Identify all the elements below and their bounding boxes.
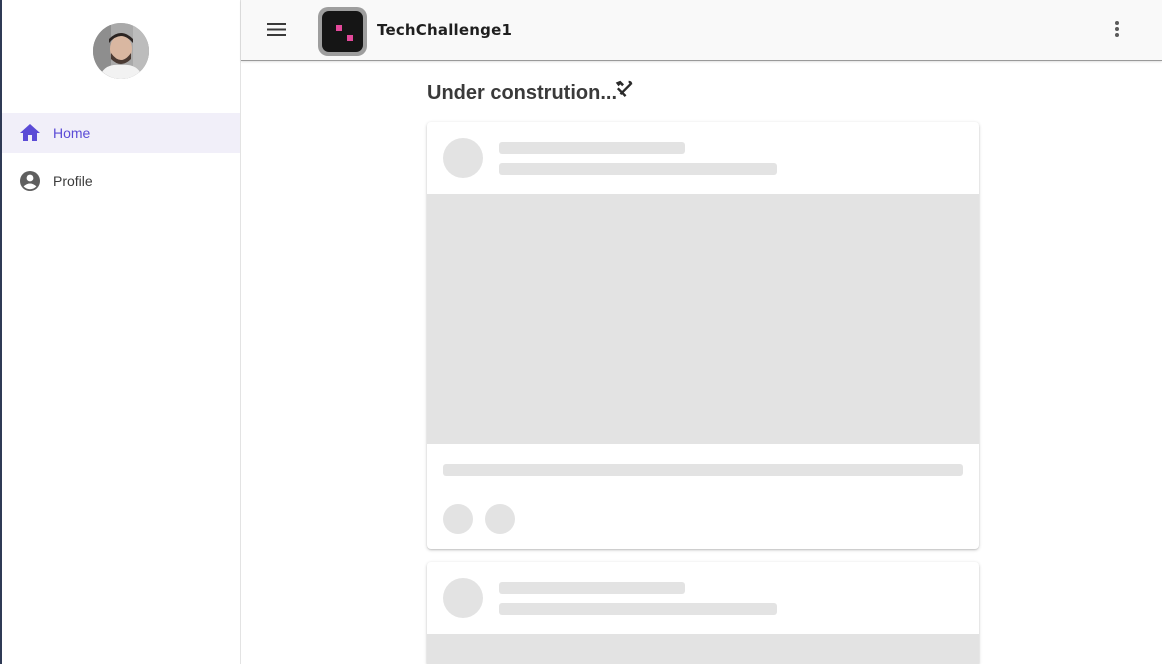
avatar[interactable] <box>93 23 149 79</box>
sidebar: Home Profile <box>2 0 241 664</box>
menu-button[interactable] <box>261 14 293 46</box>
skeleton-title-line <box>499 142 685 154</box>
sidebar-item-label: Profile <box>53 173 93 189</box>
app-title: TechChallenge1 <box>377 21 513 39</box>
account-circle-icon <box>20 171 40 191</box>
skeleton-action <box>485 504 515 534</box>
skeleton-card <box>427 122 979 549</box>
page-title: Under constrution... <box>427 82 617 104</box>
sidebar-item-home[interactable]: Home <box>2 113 240 153</box>
skeleton-action <box>443 504 473 534</box>
app-logo <box>318 7 367 56</box>
more-options-button[interactable] <box>1107 15 1127 45</box>
skeleton-subtitle-line <box>499 603 777 615</box>
skeleton-avatar <box>443 138 483 178</box>
more-vert-icon <box>1115 21 1119 37</box>
tools-icon <box>615 80 633 97</box>
skeleton-media <box>427 634 979 664</box>
skeleton-avatar <box>443 578 483 618</box>
menu-icon <box>267 23 286 36</box>
avatar-photo <box>93 23 149 79</box>
sidebar-item-label: Home <box>53 125 91 141</box>
app-window: Home Profile TechChallenge1 Under constr… <box>0 0 1162 664</box>
skeleton-subtitle-line <box>499 163 777 175</box>
home-icon <box>20 124 40 141</box>
sidebar-item-profile[interactable]: Profile <box>2 161 240 201</box>
logo-mark-icon <box>336 25 353 41</box>
skeleton-card <box>427 562 979 664</box>
skeleton-text-line <box>443 464 963 476</box>
skeleton-media <box>427 194 979 444</box>
skeleton-title-line <box>499 582 685 594</box>
app-bar: TechChallenge1 <box>241 0 1162 61</box>
